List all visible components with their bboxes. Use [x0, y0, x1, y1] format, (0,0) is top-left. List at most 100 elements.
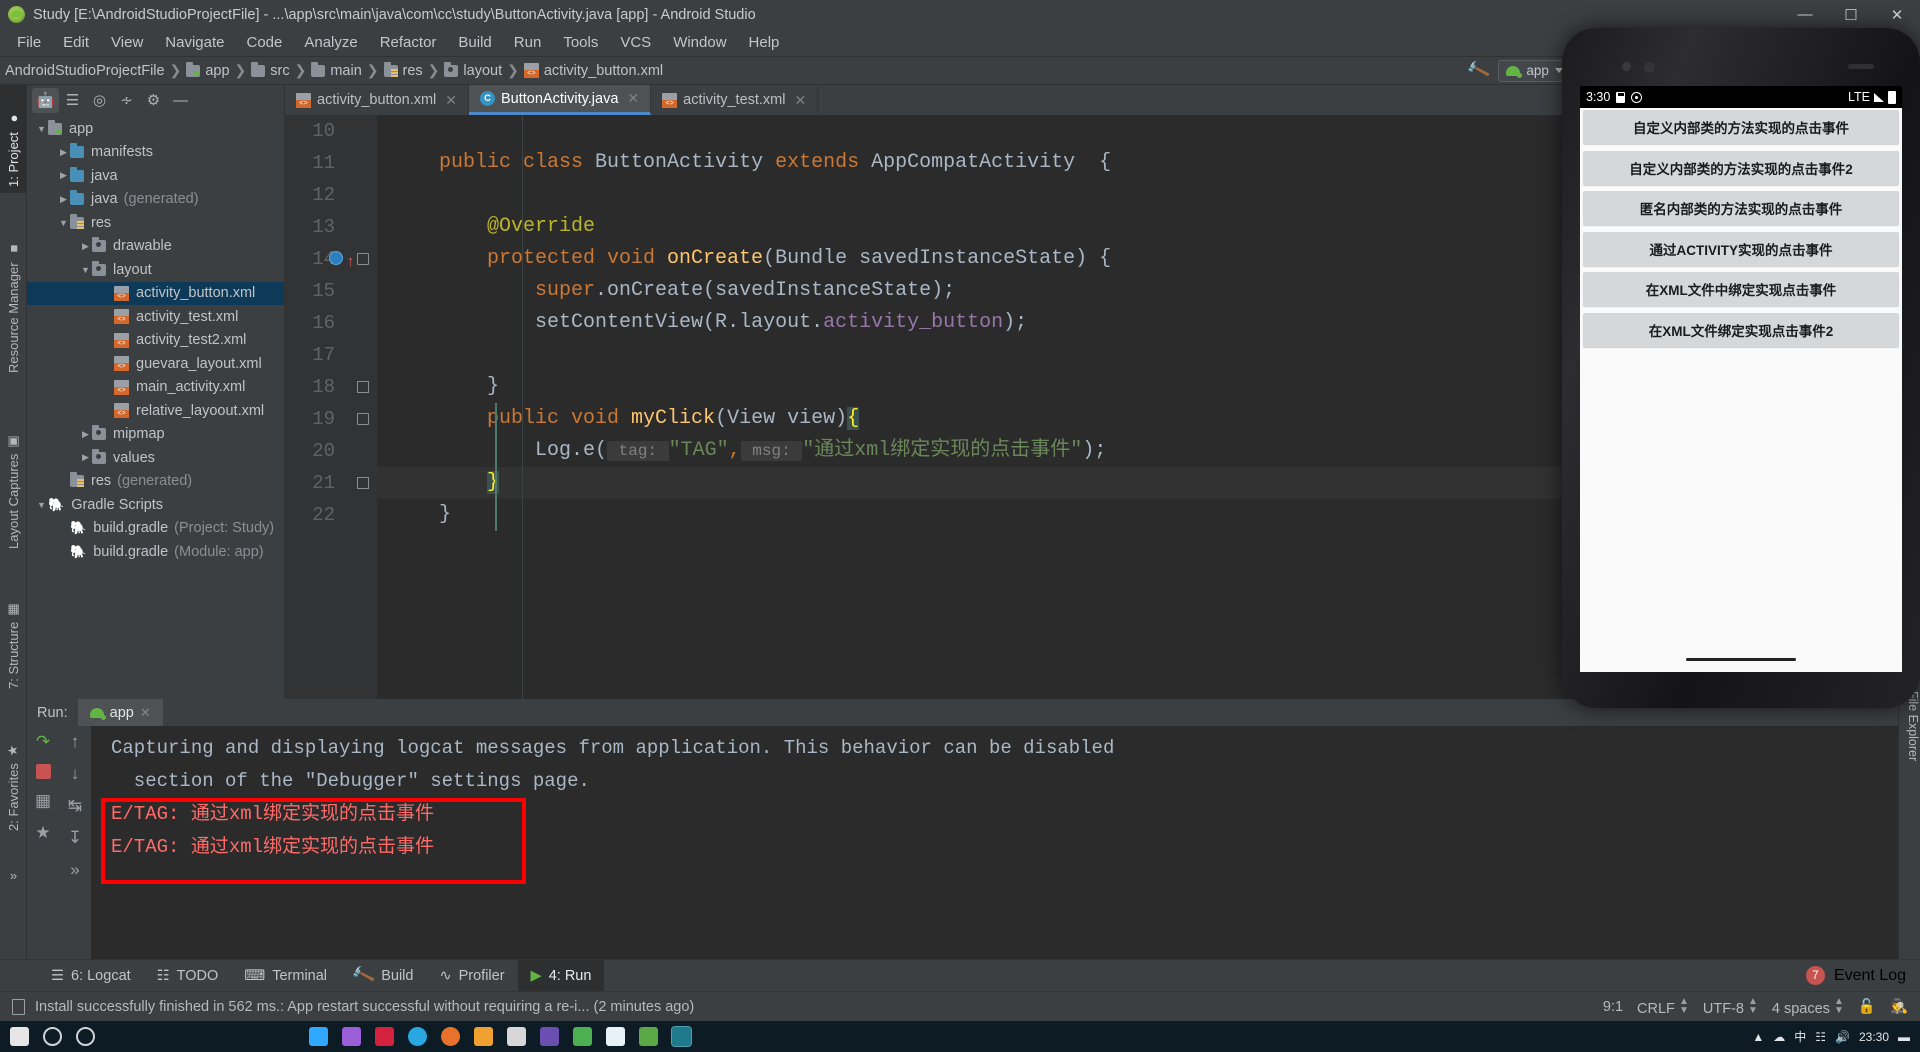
tree-item[interactable]: res (generated) [27, 470, 284, 494]
line-number[interactable]: 20 [285, 435, 377, 467]
menu-vcs[interactable]: VCS [609, 31, 662, 54]
menu-code[interactable]: Code [235, 31, 293, 54]
line-number[interactable]: 11 [285, 147, 377, 179]
menu-tools[interactable]: Tools [552, 31, 609, 54]
ime-icon[interactable]: 中 [1794, 1028, 1806, 1045]
close-icon[interactable]: ✕ [140, 705, 151, 721]
line-number[interactable]: 12 [285, 179, 377, 211]
pr-icon[interactable] [342, 1027, 361, 1046]
app-button[interactable]: 自定义内部类的方法实现的点击事件2 [1583, 150, 1899, 185]
line-number[interactable]: 19 [285, 403, 377, 435]
stop-icon[interactable] [35, 764, 51, 779]
line-number[interactable]: 22 [285, 499, 377, 531]
line-separator[interactable]: CRLF ▲ ▼ [1637, 996, 1689, 1017]
scroll-to-end-icon[interactable]: ↧ [68, 828, 82, 848]
tab-activity-button-xml[interactable]: activity_button.xml ✕ [285, 85, 470, 115]
search-icon[interactable] [43, 1027, 62, 1046]
file-encoding[interactable]: UTF-8 ▲ ▼ [1703, 996, 1758, 1017]
tab-activity-test-xml[interactable]: activity_test.xml ✕ [651, 85, 819, 115]
breadcrumb-main[interactable]: main [308, 61, 364, 79]
more-tools-button[interactable]: » [0, 845, 27, 885]
menu-view[interactable]: View [100, 31, 154, 54]
breadcrumb-app[interactable]: app [183, 61, 232, 79]
menu-window[interactable]: Window [662, 31, 737, 54]
tool-button-build[interactable]: 🔨 Build [340, 960, 426, 992]
fold-close-icon[interactable] [357, 477, 369, 489]
emulator-screen[interactable]: 3:30 LTE 自定义内部类的方法实现的点击事件 自定义内部类的方法实现的点击事… [1580, 86, 1902, 646]
fold-close-icon[interactable] [357, 381, 369, 393]
volume-icon[interactable]: 🔊 [1835, 1030, 1850, 1044]
edge-icon[interactable] [408, 1027, 427, 1046]
tree-item[interactable]: ▶ values [27, 446, 284, 470]
star-icon[interactable]: ★ [35, 823, 50, 843]
breakpoint-icon[interactable] [329, 251, 343, 265]
line-number[interactable]: 10 [285, 115, 377, 147]
navigation-gesture-bar[interactable] [1580, 646, 1902, 672]
close-button[interactable]: ✕ [1874, 0, 1920, 29]
sidebar-item-structure[interactable]: 7: Structure ▦ [0, 563, 27, 695]
close-icon[interactable]: ✕ [795, 92, 807, 109]
soft-wrap-icon[interactable]: ↹ [68, 796, 82, 816]
sidebar-item-layout-captures[interactable]: Layout Captures ▣ [0, 385, 27, 555]
tree-item[interactable]: main_activity.xml [27, 376, 284, 400]
file-icon[interactable] [507, 1027, 526, 1046]
app-button[interactable]: 自定义内部类的方法实现的点击事件 [1583, 110, 1899, 144]
run-tab-app[interactable]: app ✕ [77, 699, 163, 726]
tree-item[interactable]: ▶ drawable [27, 235, 284, 259]
sidebar-item-resource-manager[interactable]: Resource Manager ■ [0, 197, 27, 379]
up-icon[interactable]: ↑ [71, 732, 80, 752]
tree-item[interactable]: activity_test.xml [27, 305, 284, 329]
more-icon[interactable]: » [70, 860, 79, 880]
maximize-button[interactable]: ☐ [1828, 0, 1874, 29]
wechat-icon[interactable] [573, 1027, 592, 1046]
app-button[interactable]: 匿名内部类的方法实现的点击事件 [1583, 191, 1899, 225]
teams-icon[interactable] [639, 1027, 658, 1046]
tree-item[interactable]: ▶ mipmap [27, 423, 284, 447]
sidebar-item-favorites[interactable]: 2: Favorites ★ [0, 701, 27, 837]
app-button[interactable]: 在XML文件绑定实现点击事件2 [1583, 312, 1899, 347]
show-desktop-button[interactable]: ▬ [1898, 1030, 1910, 1044]
hammer-icon[interactable]: 🔨 [1465, 57, 1492, 83]
tool-button-terminal[interactable]: ⌨ Terminal [231, 960, 340, 992]
ps-icon[interactable] [309, 1027, 328, 1046]
tree-item[interactable]: activity_test2.xml [27, 329, 284, 353]
app-button-list[interactable]: 自定义内部类的方法实现的点击事件 自定义内部类的方法实现的点击事件2 匿名内部类的方… [1580, 108, 1902, 646]
app-button[interactable]: 在XML文件中绑定实现点击事件 [1583, 272, 1899, 306]
line-number[interactable]: 15 [285, 275, 377, 307]
minimize-button[interactable]: — [1782, 0, 1828, 29]
tree-item[interactable]: ▶ java [27, 164, 284, 188]
android-view-icon[interactable]: 🤖 [32, 87, 59, 113]
collapse-list-icon[interactable]: ☰ [59, 88, 86, 113]
down-icon[interactable]: ↓ [71, 764, 80, 784]
close-icon[interactable]: ✕ [445, 92, 457, 109]
breadcrumb-root[interactable]: AndroidStudioProjectFile [2, 63, 168, 79]
network-icon[interactable]: ☷ [1815, 1030, 1826, 1044]
breadcrumb-file[interactable]: activity_button.xml [521, 63, 666, 79]
menu-build[interactable]: Build [447, 31, 502, 54]
menu-run[interactable]: Run [503, 31, 553, 54]
line-number[interactable]: 21 [285, 467, 377, 499]
breadcrumb-src[interactable]: src [248, 61, 292, 79]
unlocked-icon[interactable]: 🔓 [1858, 998, 1876, 1015]
target-icon[interactable]: ◎ [86, 88, 113, 113]
sidebar-item-project[interactable]: 1: Project ● [0, 85, 27, 193]
app-button[interactable]: 通过ACTIVITY实现的点击事件 [1583, 231, 1899, 266]
taskbar-clock[interactable]: 23:30 [1859, 1030, 1889, 1044]
fold-open-icon[interactable] [357, 413, 369, 425]
firefox-icon[interactable] [441, 1027, 460, 1046]
indent-setting[interactable]: 4 spaces ▲ ▼ [1772, 996, 1844, 1017]
notify-icon[interactable]: ▲ [1752, 1030, 1764, 1044]
line-number[interactable]: 13 [285, 211, 377, 243]
tree-item[interactable]: ▼ app [27, 117, 284, 141]
twisty-expanded-icon[interactable]: ▼ [35, 500, 48, 510]
menu-refactor[interactable]: Refactor [369, 31, 448, 54]
twisty-expanded-icon[interactable]: ▼ [79, 265, 92, 275]
tab-button-activity-java[interactable]: C ButtonActivity.java ✕ [469, 85, 652, 115]
start-icon[interactable] [10, 1027, 29, 1046]
hat-person-icon[interactable]: 🕵 [1890, 998, 1908, 1015]
fold-open-icon[interactable] [357, 253, 369, 265]
twisty-collapsed-icon[interactable]: ▶ [57, 194, 70, 205]
cloud-icon[interactable]: ☁ [1773, 1030, 1785, 1044]
android-emulator-window[interactable]: 3:30 LTE 自定义内部类的方法实现的点击事件 自定义内部类的方法实现的点击事… [1562, 28, 1920, 708]
twisty-collapsed-icon[interactable]: ▶ [79, 452, 92, 463]
